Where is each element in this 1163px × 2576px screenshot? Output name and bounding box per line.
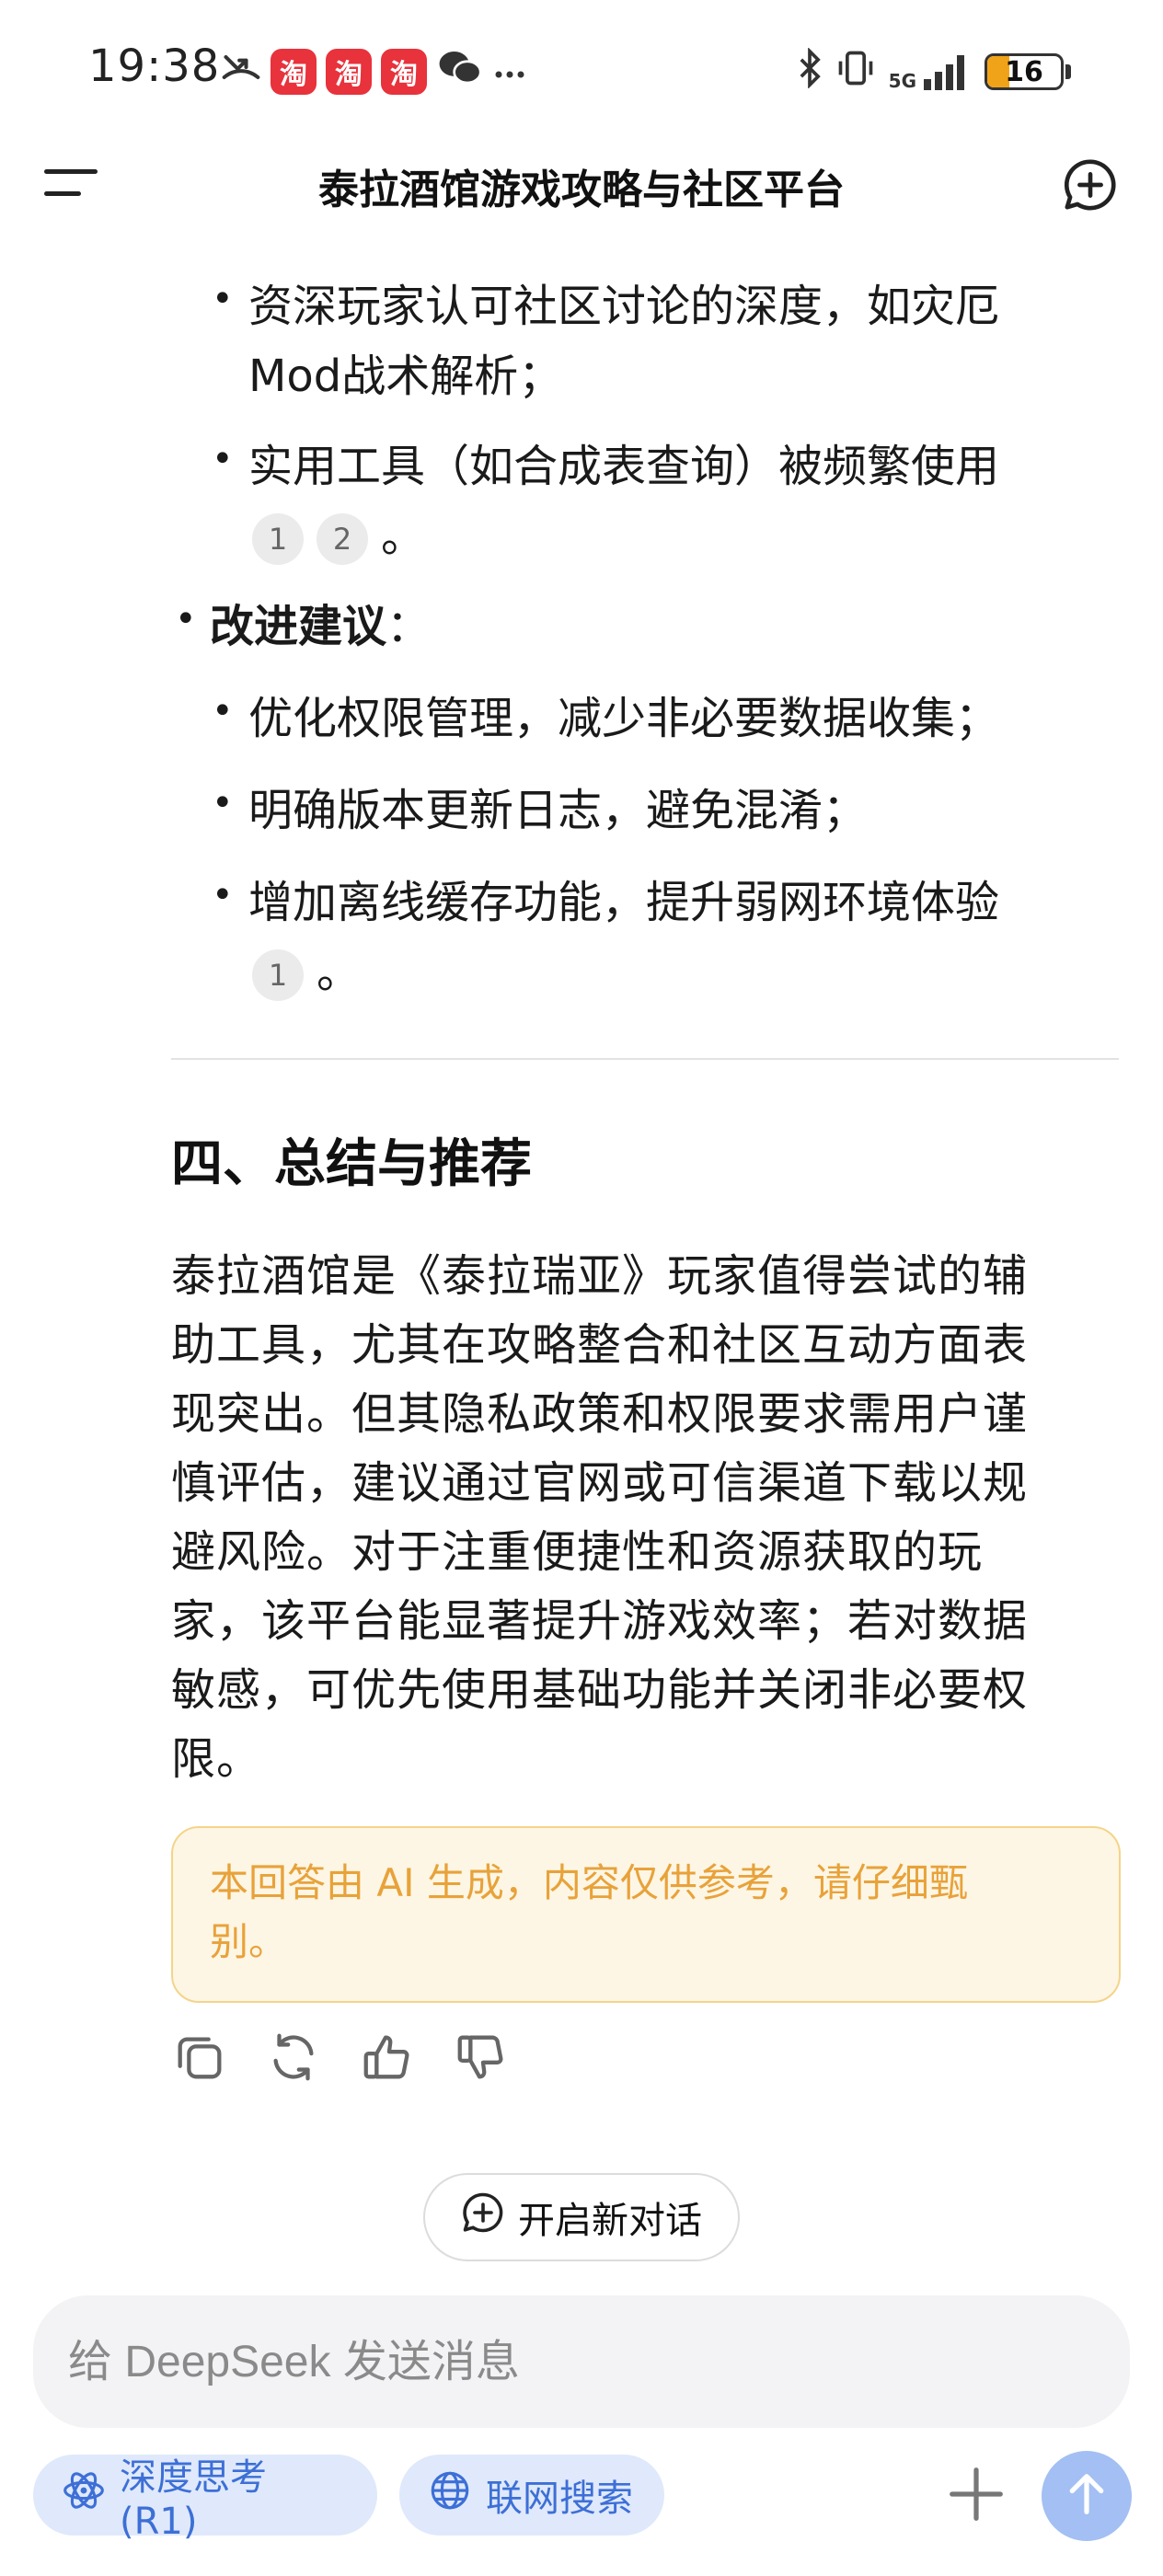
deep-think-toggle[interactable]: 深度思考 (R1) [33, 2455, 377, 2543]
message-input[interactable] [68, 2295, 1080, 2428]
vibrate-icon [835, 48, 876, 97]
atom-icon [61, 2467, 107, 2523]
list-item-text: 实用工具（如合成表查询）被频繁使用 [248, 441, 1000, 492]
summary-line: 泰拉酒馆是《泰拉瑞亚》玩家值得尝试的辅 [171, 1250, 1029, 1302]
status-time: 19:38 [88, 40, 221, 92]
copy-icon[interactable] [171, 2029, 228, 2086]
disclaimer-line: 本回答由 AI 生成，内容仅供参考，请仔细甄 [210, 1860, 968, 1905]
wechat-icon [436, 47, 482, 97]
more-notifications-icon [491, 51, 528, 93]
new-dialog-label: 开启新对话 [518, 2200, 702, 2242]
network-type: 5G [888, 70, 916, 92]
citation-badge[interactable]: 1 [252, 949, 304, 1001]
bullet: • [175, 598, 197, 640]
battery-icon: 16 [985, 53, 1064, 90]
list-item: 实用工具（如合成表查询）被频繁使用 1 2 。 [248, 431, 1077, 571]
summary-line: 助工具，尤其在攻略整合和社区互动方面表 [171, 1319, 1029, 1371]
web-search-toggle[interactable]: 联网搜索 [399, 2455, 664, 2536]
send-button[interactable] [1042, 2451, 1132, 2541]
section-heading: 四、总结与推荐 [171, 1134, 532, 1194]
new-dialog-button[interactable]: 开启新对话 [423, 2173, 740, 2261]
page-title: 泰拉酒馆游戏攻略与社区平台 [318, 167, 845, 213]
bullet: • [212, 782, 234, 824]
regenerate-icon[interactable] [265, 2029, 322, 2086]
bullet: • [212, 278, 234, 320]
missed-call-icon [221, 47, 261, 97]
list-item: 优化权限管理，减少非必要数据收集； [248, 693, 1000, 744]
colon: ： [386, 601, 432, 652]
list-item-text: Mod战术解析； [248, 351, 563, 402]
section-label: 改进建议： [210, 592, 431, 661]
divider [171, 1058, 1119, 1060]
thumbs-down-icon[interactable] [453, 2029, 510, 2086]
disclaimer-line: 别。 [210, 1919, 288, 1964]
punctuation: 。 [381, 511, 426, 562]
summary-line: 慎评估，建议通过官网或可信渠道下载以规 [171, 1457, 1029, 1509]
signal-icon: 5G [889, 53, 972, 90]
summary-line: 限。 [171, 1733, 262, 1785]
list-item: 增加离线缓存功能，提升弱网环境体验 1 。 [248, 868, 1077, 1007]
arrow-up-icon [1061, 2468, 1112, 2524]
notification-icons: 淘 淘 淘 [221, 44, 528, 99]
list-item: 资深玩家认可社区讨论的深度，如灾厄 Mod战术解析； [248, 271, 1077, 411]
deep-think-label: 深度思考 (R1) [120, 2456, 267, 2543]
summary-line: 敏感，可优先使用基础功能并关闭非必要权 [171, 1664, 1029, 1716]
taobao-app-icon: 淘 [271, 49, 317, 95]
summary-paragraph: 泰拉酒馆是《泰拉瑞亚》玩家值得尝试的辅 助工具，尤其在攻略整合和社区互动方面表 … [171, 1242, 1100, 1794]
list-item-text: 资深玩家认可社区讨论的深度，如灾厄 [248, 281, 1000, 332]
taobao-app-icon: 淘 [381, 49, 427, 95]
status-bar: 19:38 淘 淘 淘 5G 16 [0, 0, 1163, 138]
bullet: • [212, 438, 234, 480]
ai-disclaimer: 本回答由 AI 生成，内容仅供参考，请仔细甄 别。 [171, 1826, 1121, 2003]
message-input-box [33, 2295, 1130, 2428]
list-item: 明确版本更新日志，避免混淆； [248, 785, 868, 836]
bluetooth-icon [797, 46, 823, 97]
punctuation: 。 [317, 947, 362, 998]
thumbs-up-icon[interactable] [359, 2029, 416, 2086]
taobao-app-icon: 淘 [326, 49, 372, 95]
citation-badge[interactable]: 1 [252, 513, 304, 565]
web-search-label: 联网搜索 [486, 2478, 633, 2520]
battery-level: 16 [1005, 55, 1043, 88]
app-header: 泰拉酒馆游戏攻略与社区平台 [0, 138, 1163, 230]
summary-line: 现突出。但其隐私政策和权限要求需用户谨 [171, 1388, 1029, 1440]
system-status-icons: 5G 16 [797, 44, 1071, 99]
attach-plus-icon[interactable] [944, 2462, 1008, 2526]
summary-line: 家，该平台能显著提升游戏效率；若对数据 [171, 1595, 1029, 1647]
bullet: • [212, 874, 234, 916]
new-chat-icon [461, 2191, 505, 2244]
message-actions [171, 2029, 510, 2093]
improvement-label: 改进建议 [210, 601, 387, 652]
new-chat-icon[interactable] [1062, 156, 1119, 213]
citation-badge[interactable]: 2 [317, 513, 368, 565]
summary-line: 避风险。对于注重便捷性和资源获取的玩 [171, 1526, 984, 1578]
list-item-text: 增加离线缓存功能，提升弱网环境体验 [248, 877, 1000, 928]
globe-icon [427, 2467, 473, 2523]
bullet: • [212, 690, 234, 732]
